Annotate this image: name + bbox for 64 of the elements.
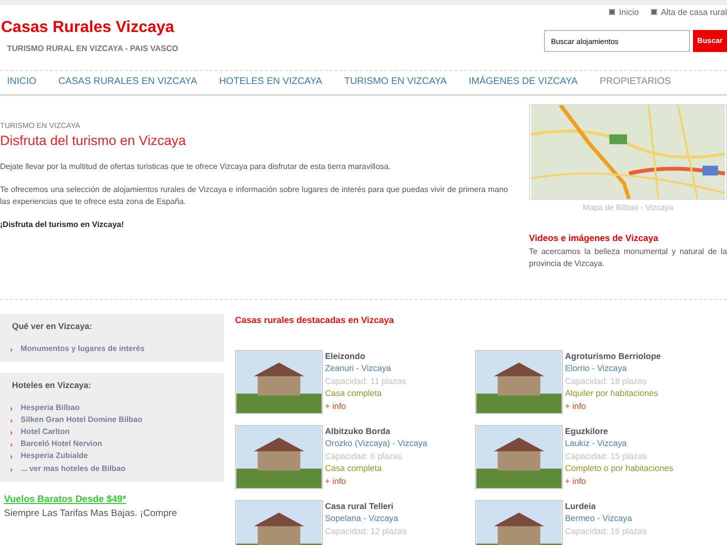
section-title: Casas rurales destacadas en Vizcaya <box>235 314 395 327</box>
square-bullet-icon <box>650 9 657 16</box>
house-name: Eleizondo <box>325 350 366 362</box>
photo-placeholder[interactable] <box>235 424 323 488</box>
photo-placeholder[interactable] <box>235 350 323 414</box>
house-name: Agroturismo Berriolope <box>565 350 661 362</box>
panel-title: Hoteles en Vizcaya: <box>12 378 92 392</box>
rental-type: Casa completa <box>325 462 383 474</box>
nav-link[interactable]: HOTELES EN VIZCAYA <box>219 75 322 90</box>
nav-link[interactable]: PROPIETARIOS <box>600 75 671 90</box>
chevron-icon: › <box>10 414 13 426</box>
chevron-icon: › <box>10 464 13 475</box>
intro-paragraph: Dejate llevar por la multitud de ofertas turisticas que te ofrece Vizcaya para disfrutar de esta tierra maravillosa. <box>0 161 392 174</box>
ad-text: Siempre Las Tarifas Mas Bajas. ¡Compre <box>4 508 178 520</box>
house-location: Laukiz - Vizcaya <box>565 437 628 450</box>
house-name: Eguzkilore <box>565 424 609 437</box>
house-capacity: Capacidad: 6 plazas <box>325 450 404 462</box>
house-name: Lurdeia <box>565 500 597 512</box>
section-title: Videos e imágenes de Vizcaya <box>529 232 660 245</box>
site-title: Casas Rurales Vizcaya <box>0 20 174 36</box>
square-bullet-icon <box>609 9 615 16</box>
intro-paragraph: Te ofrecemos una selección de alojamientos rurales de Vizcaya e información sobre lugares de interés para que puedas vivir de primera mano las experiencias que te ofrece esta zona de España. <box>0 184 508 208</box>
house-location: Sopelana - Vizcaya <box>325 512 400 524</box>
chevron-icon: › <box>10 427 13 438</box>
nav-link[interactable]: CASAS RURALES EN VIZCAYA <box>58 75 198 90</box>
page-heading: Disfruta del turismo en Vizcaya <box>0 133 187 150</box>
map-caption: Mapa de Bilbao - Vizcaya <box>582 202 674 214</box>
more-info-link[interactable]: + info <box>325 474 428 487</box>
house-location: Bermeo - Vizcaya <box>565 512 633 524</box>
house-location: Orozko (Vizcaya) - Vizcaya <box>325 437 428 450</box>
house-capacity: Capacidad: 18 plazas <box>565 374 648 387</box>
house-capacity: Capacidad: 15 plazas <box>565 450 648 462</box>
nav-link[interactable]: INICIO <box>7 75 36 90</box>
house-capacity: Capacidad: 12 plazas <box>325 524 407 537</box>
chevron-icon: › <box>10 451 13 463</box>
section-text: Te acercamos la belleza monumental y natural de la provincia de Vizcaya. <box>529 246 727 270</box>
photo-placeholder[interactable] <box>475 424 563 488</box>
chevron-icon: › <box>10 402 13 414</box>
house-location: Elorrio - Vizcaya <box>565 362 628 374</box>
more-info-link[interactable]: + info <box>565 474 674 487</box>
rental-type: Alquiler por habitaciones <box>565 387 660 400</box>
ad-link[interactable]: Vuelos Baratos Desde $49* <box>4 492 126 508</box>
top-link[interactable]: Alta de casa rural <box>660 6 727 19</box>
photo-placeholder[interactable] <box>475 500 563 545</box>
house-location: Zeanuri - Vizcaya <box>325 362 392 374</box>
house-name: Casa rural Telleri <box>325 500 394 512</box>
house-capacity: Capacidad: 11 plazas <box>325 374 406 387</box>
top-link[interactable]: Inicio <box>619 6 639 19</box>
more-info-link[interactable]: + info <box>325 400 406 412</box>
panel-title: Qué ver en Vizcaya: <box>12 320 94 333</box>
rental-type: Completo o por habitaciones <box>565 462 674 474</box>
photo-placeholder[interactable] <box>235 500 323 545</box>
nav-link[interactable]: IMÁGENES DE VIZCAYA <box>468 75 578 90</box>
site-tagline: TURISMO RURAL EN VIZCAYA - PAIS VASCO <box>7 43 180 55</box>
closing-text: ¡Disfruta del turismo en Vizcaya! <box>0 218 125 231</box>
nav-link[interactable]: TURISMO EN VIZCAYA <box>344 75 447 90</box>
more-info-link[interactable]: + info <box>565 400 661 412</box>
chevron-icon: › <box>10 439 13 450</box>
photo-placeholder[interactable] <box>475 350 563 414</box>
house-name: Albitzuko Borda <box>325 424 392 437</box>
map-image[interactable] <box>529 104 727 200</box>
chevron-icon: › <box>10 344 13 355</box>
rental-type: Casa completa <box>325 387 383 400</box>
house-capacity: Capacidad: 16 plazas <box>565 524 647 537</box>
